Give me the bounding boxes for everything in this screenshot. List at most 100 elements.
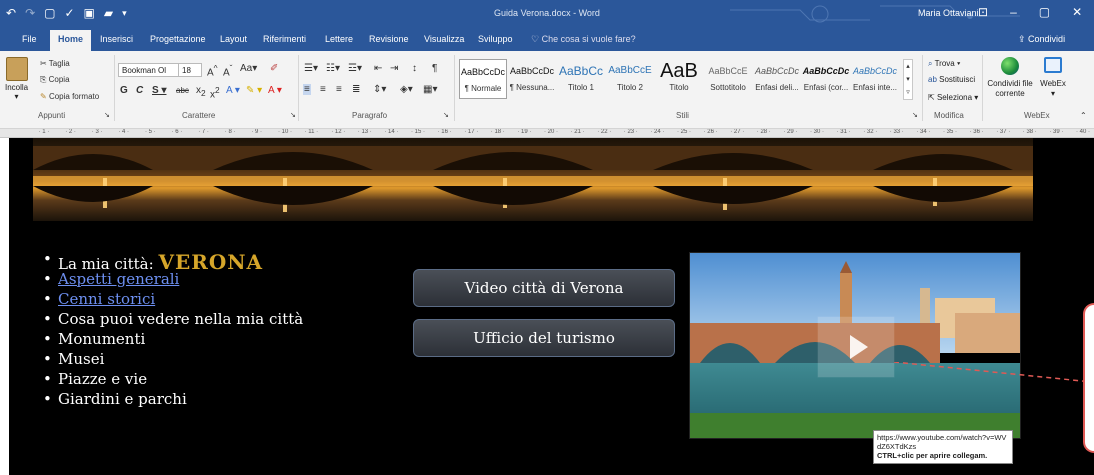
highlight-icon[interactable]: ✎ ▾	[246, 85, 262, 96]
paste-dropdown-icon[interactable]: ▾	[5, 92, 28, 101]
font-size-box[interactable]: 18	[178, 63, 202, 77]
tab-riferimenti[interactable]: Riferimenti	[263, 34, 306, 44]
style-no-spacing[interactable]: AaBbCcDc ¶ Nessuna...	[508, 59, 556, 99]
share-current-file-button[interactable]: Condividi file corrente	[986, 57, 1034, 99]
ruler-tick: · 1 ·	[38, 129, 50, 135]
bold-icon[interactable]: G	[120, 85, 128, 96]
ruler-tick: · 35 ·	[943, 129, 958, 135]
subscript-icon[interactable]: x2	[196, 85, 206, 98]
style-emphasis[interactable]: AaBbCcDc Enfasi (cor...	[802, 59, 850, 99]
tab-layout[interactable]: Layout	[220, 34, 247, 44]
font-name-box[interactable]: Bookman Ol	[118, 63, 179, 77]
justify-icon[interactable]: ≣	[352, 84, 360, 95]
styles-scroll-icon[interactable]: ▴ ▾ ▿	[903, 59, 913, 100]
ribbon-display-options-icon[interactable]: ⊡	[978, 5, 988, 19]
cut-button[interactable]: ✂ Taglia	[40, 59, 70, 68]
ruler-tick: · 31 ·	[836, 129, 851, 135]
link-aspetti-generali[interactable]: Aspetti generali	[58, 270, 179, 288]
numbering-icon[interactable]: ☷▾	[326, 63, 340, 74]
group-label-webex: WebEx	[1024, 111, 1050, 120]
collapse-ribbon-icon[interactable]: ⌃	[1080, 111, 1087, 120]
ruler-tick: · 38 ·	[1022, 129, 1037, 135]
tab-home[interactable]: Home	[50, 30, 92, 51]
italic-icon[interactable]: C	[136, 85, 143, 96]
style-name: ¶ Normale	[464, 84, 502, 93]
tab-sviluppo[interactable]: Sviluppo	[478, 34, 513, 44]
tab-file[interactable]: File	[22, 34, 37, 44]
style-normal[interactable]: AaBbCcDc ¶ Normale	[459, 59, 507, 99]
superscript-icon[interactable]: x2	[210, 85, 220, 100]
text-effects-icon[interactable]: A ▾	[226, 85, 240, 96]
document-area: La mia città: VERONA Aspetti generali Ce…	[0, 138, 1094, 475]
multilevel-list-icon[interactable]: ☲▾	[348, 63, 362, 74]
callout-connector-line	[894, 362, 1093, 383]
paste-button[interactable]: Incolla ▾	[5, 57, 28, 101]
verona-video-thumbnail	[690, 253, 1020, 438]
clear-formatting-icon[interactable]: ✐	[270, 63, 278, 74]
show-marks-icon[interactable]: ¶	[432, 63, 437, 74]
close-icon[interactable]: ✕	[1072, 5, 1082, 19]
ruler-tick: · 29 ·	[783, 129, 798, 135]
ruler-tick: · 14 ·	[384, 129, 399, 135]
ruler-tick: · 40 ·	[1076, 129, 1091, 135]
grow-font-icon[interactable]: A^	[207, 63, 218, 78]
find-button[interactable]: ⌕ Trova ▾	[928, 59, 960, 69]
bullets-icon[interactable]: ☰▾	[304, 63, 318, 74]
brush-icon: ✎	[40, 92, 49, 101]
callout-shape[interactable]	[1083, 303, 1094, 453]
select-icon: ⇱	[928, 93, 937, 102]
minimize-icon[interactable]: –	[1010, 5, 1017, 19]
share-button[interactable]: ⇪ Condividi	[1018, 34, 1065, 45]
font-color-icon[interactable]: A ▾	[268, 85, 282, 96]
clipboard-launcher-icon[interactable]: ↘	[104, 111, 110, 119]
tooltip-url: https://www.youtube.com/watch?v=WVdZ6XTd…	[877, 433, 1007, 451]
align-left-icon[interactable]: ≡	[303, 84, 311, 95]
sort-icon[interactable]: ↕	[412, 63, 417, 74]
tell-me-search[interactable]: ♡ Che cosa si vuole fare?	[531, 34, 636, 45]
user-name[interactable]: Maria Ottaviani	[918, 8, 979, 18]
style-subtle-emphasis[interactable]: AaBbCcDc Enfasi deli...	[753, 59, 801, 99]
style-heading-2[interactable]: AaBbCcE Titolo 2	[606, 59, 654, 99]
list-item-link: Cenni storici	[43, 290, 403, 310]
webex-button[interactable]: WebEx ▾	[1038, 57, 1068, 99]
style-heading-1[interactable]: AaBbCc Titolo 1	[557, 59, 605, 99]
style-title[interactable]: AaB Titolo	[655, 59, 703, 99]
underline-icon[interactable]: S ▾	[152, 85, 166, 96]
style-name: Enfasi deli...	[755, 83, 799, 92]
separator	[298, 55, 299, 121]
tab-revisione[interactable]: Revisione	[369, 34, 409, 44]
strikethrough-icon[interactable]: abc	[176, 86, 189, 95]
replace-button[interactable]: ab Sostituisci	[928, 75, 975, 84]
font-launcher-icon[interactable]: ↘	[290, 111, 296, 119]
align-right-icon[interactable]: ≡	[336, 84, 342, 95]
horizontal-ruler[interactable]: · 1 · · 2 · · 3 · · 4 · · 5 · · 6 · · 7 · · 8 ·…	[0, 129, 1094, 138]
tab-visualizza[interactable]: Visualizza	[424, 34, 464, 44]
copy-button[interactable]: ⎘ Copia	[40, 75, 70, 85]
tab-inserisci[interactable]: Inserisci	[100, 34, 133, 44]
format-painter-button[interactable]: ✎ Copia formato	[40, 92, 99, 101]
link-cenni-storici[interactable]: Cenni storici	[58, 290, 155, 308]
change-case-icon[interactable]: Aa▾	[240, 63, 257, 74]
verona-video-embed[interactable]	[689, 252, 1021, 439]
tab-progettazione[interactable]: Progettazione	[150, 34, 206, 44]
tab-lettere[interactable]: Lettere	[325, 34, 353, 44]
lightbulb-icon: ♡	[531, 34, 542, 44]
paragraph-launcher-icon[interactable]: ↘	[443, 111, 449, 119]
shading-icon[interactable]: ◈▾	[400, 84, 413, 95]
style-intense-emphasis[interactable]: AaBbCcDc Enfasi inte...	[851, 59, 899, 99]
style-name: Enfasi inte...	[852, 83, 898, 92]
style-subtitle[interactable]: AaBbCcE Sottotitolo	[704, 59, 752, 99]
decrease-indent-icon[interactable]: ⇤	[374, 63, 382, 74]
line-spacing-icon[interactable]: ⇕▾	[373, 84, 386, 95]
select-button[interactable]: ⇱ Seleziona ▾	[928, 93, 978, 102]
video-city-button[interactable]: Video città di Verona	[413, 269, 675, 307]
increase-indent-icon[interactable]: ⇥	[390, 63, 398, 74]
maximize-icon[interactable]: ▢	[1039, 5, 1050, 19]
paste-label: Incolla	[5, 83, 29, 92]
styles-launcher-icon[interactable]: ↘	[912, 111, 918, 119]
borders-icon[interactable]: ▦▾	[423, 84, 437, 95]
tourism-office-button[interactable]: Ufficio del turismo	[413, 319, 675, 357]
style-name: Sottotitolo	[710, 83, 746, 92]
align-center-icon[interactable]: ≡	[320, 84, 326, 95]
shrink-font-icon[interactable]: Aˇ	[223, 63, 232, 78]
